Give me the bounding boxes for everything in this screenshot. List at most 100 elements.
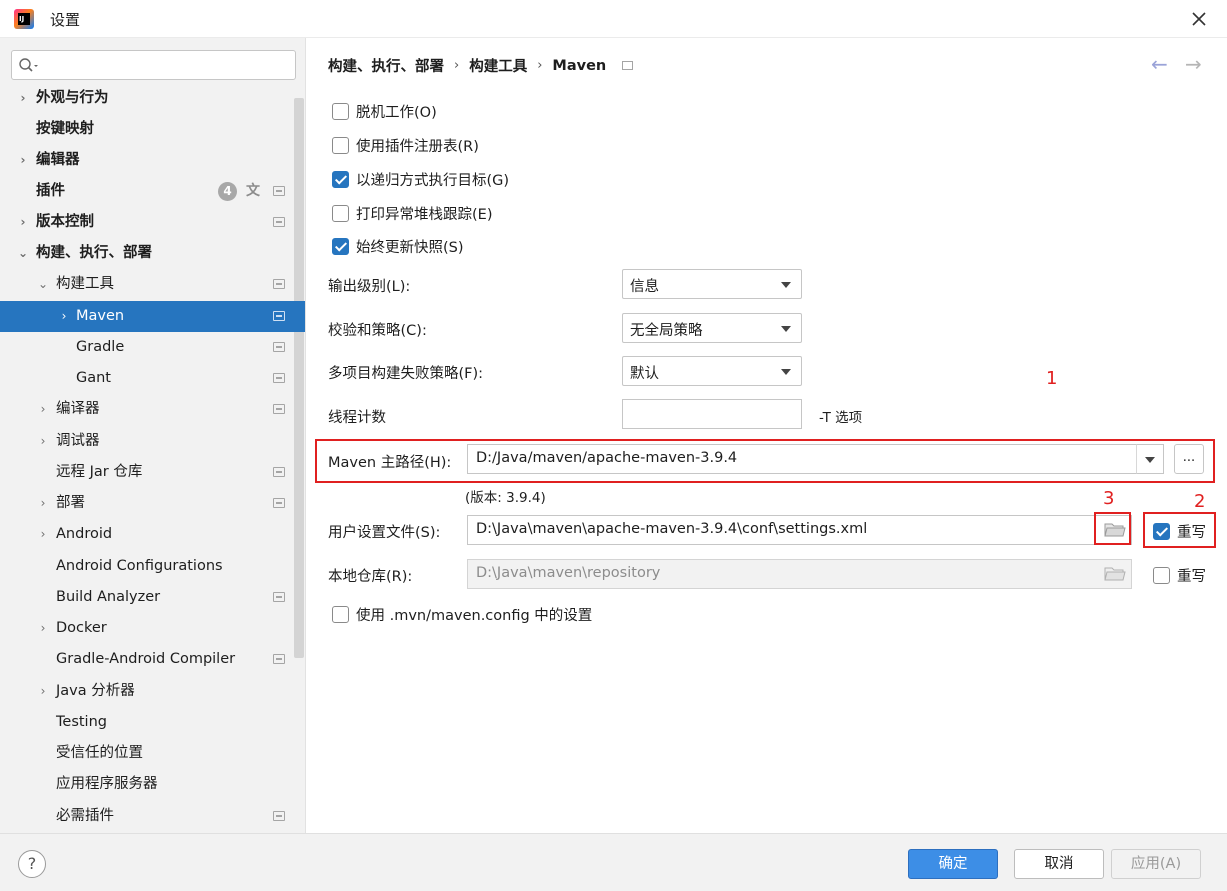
fail-policy-label: 多项目构建失败策略(F): (328, 366, 484, 382)
sidebar-item-editor[interactable]: › 编辑器 (0, 145, 294, 176)
ok-button[interactable]: 确定 (908, 849, 998, 879)
sidebar-item-remote-jar-repositories[interactable]: 远程 Jar 仓库 (0, 457, 294, 488)
thread-count-input[interactable] (622, 399, 802, 429)
chevron-down-icon: ⌄ (37, 277, 49, 291)
intellij-logo-icon: IJ (14, 9, 34, 29)
project-scope-icon (273, 592, 285, 602)
sidebar-item-docker[interactable]: › Docker (0, 613, 294, 644)
sidebar-item-gant[interactable]: Gant (0, 363, 294, 394)
checksum-policy-select[interactable]: 无全局策略 (622, 313, 802, 343)
sidebar-item-keymap[interactable]: 按键映射 (0, 114, 294, 145)
use-mvn-config-checkbox[interactable]: 使用 .mvn/maven.config 中的设置 (332, 604, 592, 624)
sidebar-item-java-profiler[interactable]: › Java 分析器 (0, 676, 294, 707)
sidebar-item-application-servers[interactable]: 应用程序服务器 (0, 769, 294, 800)
user-settings-input[interactable]: D:\Java\maven\apache-maven-3.9.4\conf\se… (467, 515, 1132, 545)
breadcrumb-item[interactable]: 构建、执行、部署 (328, 55, 444, 76)
local-repository-input: D:\Java\maven\repository (467, 559, 1132, 589)
dialog-footer: ? 确定 取消 应用(A) (0, 833, 1227, 891)
checkbox-box[interactable] (332, 237, 349, 255)
maven-home-browse-button[interactable]: ... (1174, 444, 1204, 474)
apply-button[interactable]: 应用(A) (1111, 849, 1201, 879)
project-scope-icon (273, 311, 285, 321)
sidebar-item-label: 远程 Jar 仓库 (56, 464, 143, 480)
sidebar-item-testing[interactable]: Testing (0, 707, 294, 738)
sidebar-item-android[interactable]: › Android (0, 519, 294, 550)
checkbox-label: 重写 (1177, 524, 1206, 541)
forward-arrow-icon[interactable]: → (1185, 52, 1202, 76)
local-repository-override-checkbox[interactable]: 重写 (1153, 565, 1206, 585)
sidebar-item-label: 构建、执行、部署 (36, 245, 152, 261)
sidebar-scrollbar[interactable] (294, 98, 304, 658)
sidebar-item-version-control[interactable]: › 版本控制 (0, 207, 294, 238)
sidebar-item-label: 必需插件 (56, 808, 114, 824)
recursive-goals-checkbox[interactable]: 以递归方式执行目标(G) (332, 169, 509, 189)
checkbox-box[interactable] (332, 170, 349, 188)
sidebar-item-label: 按键映射 (36, 121, 94, 137)
sidebar-item-android-configurations[interactable]: Android Configurations (0, 551, 294, 582)
project-scope-icon (273, 654, 285, 664)
sidebar-item-compiler[interactable]: › 编译器 (0, 394, 294, 425)
sidebar-item-required-plugins[interactable]: 必需插件 (0, 801, 294, 832)
user-settings-label: 用户设置文件(S): (328, 525, 441, 541)
project-scope-icon (273, 467, 285, 477)
checkbox-label: 脱机工作(O) (356, 104, 437, 121)
checkbox-label: 使用 .mvn/maven.config 中的设置 (356, 607, 593, 624)
settings-sidebar: › 外观与行为 按键映射 › 编辑器 插件 4 文 › 版本控制 ⌄ 构建、执行… (0, 38, 306, 833)
input-value: D:\Java\maven\repository (476, 565, 661, 581)
sidebar-item-label: Java 分析器 (56, 683, 135, 699)
checkbox-box[interactable] (332, 605, 349, 623)
chevron-right-icon: › (20, 215, 26, 229)
sidebar-item-build-analyzer[interactable]: Build Analyzer (0, 582, 294, 613)
checkbox-label: 使用插件注册表(R) (356, 138, 479, 155)
user-settings-override-checkbox[interactable]: 重写 (1153, 521, 1206, 541)
sidebar-item-label: 外观与行为 (36, 90, 109, 106)
sidebar-item-deployment[interactable]: › 部署 (0, 488, 294, 519)
sidebar-item-trusted-locations[interactable]: 受信任的位置 (0, 738, 294, 769)
sidebar-item-appearance[interactable]: › 外观与行为 (0, 83, 294, 114)
chevron-right-icon: › (61, 309, 67, 323)
checkbox-box[interactable] (332, 204, 349, 222)
sidebar-item-build-tools[interactable]: ⌄ 构建工具 (0, 269, 294, 300)
maven-home-input[interactable]: D:/Java/maven/apache-maven-3.9.4 (467, 444, 1137, 474)
dropdown-arrow-icon (781, 282, 791, 288)
project-scope-icon (622, 61, 634, 70)
translate-icon: 文 (246, 183, 260, 199)
work-offline-checkbox[interactable]: 脱机工作(O) (332, 101, 437, 121)
always-update-snapshots-checkbox[interactable]: 始终更新快照(S) (332, 236, 464, 256)
maven-version-text: (版本: 3.9.4) (465, 490, 546, 506)
project-scope-icon (273, 498, 285, 508)
sidebar-item-plugins[interactable]: 插件 4 文 (0, 176, 294, 207)
sidebar-item-gradle-android-compiler[interactable]: Gradle-Android Compiler (0, 644, 294, 675)
close-icon[interactable] (1186, 6, 1212, 32)
checkbox-label: 打印异常堆栈跟踪(E) (356, 206, 493, 223)
sidebar-item-build-execution-deployment[interactable]: ⌄ 构建、执行、部署 (0, 238, 294, 269)
back-arrow-icon[interactable]: ← (1151, 52, 1168, 76)
breadcrumb-separator-icon: › (454, 58, 460, 73)
print-stack-trace-checkbox[interactable]: 打印异常堆栈跟踪(E) (332, 203, 492, 223)
window-title: 设置 (50, 11, 81, 29)
chevron-right-icon: › (40, 621, 46, 635)
checkbox-label: 始终更新快照(S) (356, 239, 464, 256)
output-level-select[interactable]: 信息 (622, 269, 802, 299)
fail-policy-select[interactable]: 默认 (622, 356, 802, 386)
maven-home-dropdown-button[interactable] (1136, 444, 1164, 474)
sidebar-item-gradle[interactable]: Gradle (0, 332, 294, 363)
sidebar-item-label: 部署 (56, 495, 85, 511)
help-button[interactable]: ? (18, 850, 46, 878)
chevron-down-icon: ⌄ (17, 246, 29, 260)
sidebar-item-maven[interactable]: › Maven (0, 301, 305, 332)
breadcrumb-item[interactable]: 构建工具 (469, 55, 527, 76)
cancel-button[interactable]: 取消 (1014, 849, 1104, 879)
local-repository-label: 本地仓库(R): (328, 569, 413, 585)
use-plugin-registry-checkbox[interactable]: 使用插件注册表(R) (332, 135, 479, 155)
checkbox-box[interactable] (1153, 522, 1170, 540)
checkbox-box[interactable] (1153, 566, 1170, 584)
annotation-box-3 (1094, 512, 1131, 545)
breadcrumb: 构建、执行、部署 › 构建工具 › Maven (328, 55, 634, 76)
checkbox-box[interactable] (332, 136, 349, 154)
sidebar-item-debugger[interactable]: › 调试器 (0, 426, 294, 457)
checkbox-box[interactable] (332, 102, 349, 120)
settings-search-input[interactable] (11, 50, 296, 80)
chevron-right-icon: › (40, 402, 46, 416)
annotation-number-2: 2 (1194, 491, 1206, 512)
